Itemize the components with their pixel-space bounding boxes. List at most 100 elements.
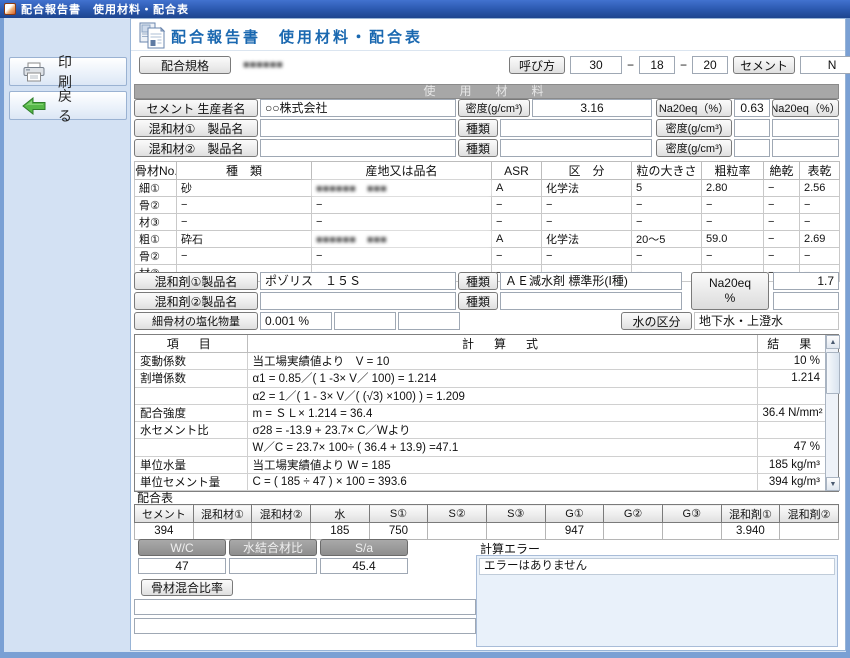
mineral-admixture2-type-field[interactable] xyxy=(500,139,652,157)
cement-type-field[interactable]: N xyxy=(800,56,850,74)
col-g2[interactable]: G② xyxy=(604,505,663,523)
calc-scrollbar[interactable]: ▲ ▼ xyxy=(825,335,838,491)
aggregate-blend-field-2[interactable] xyxy=(134,618,476,634)
admixture-na2oeq-field[interactable]: 1.7 xyxy=(773,272,839,290)
chloride-extra-field-2[interactable] xyxy=(398,312,460,330)
col-g1[interactable]: G① xyxy=(545,505,604,523)
chem-admixture2-type-button[interactable]: 種類 xyxy=(458,292,498,310)
mineral-admixture2-extra-field[interactable] xyxy=(772,139,839,157)
mix-value-cement[interactable]: 394 xyxy=(135,523,194,540)
aggregate-row-fine1[interactable]: 細① 砂 ■■■■■■ ■■■ A 化学法 5 2.80 − 2.56 xyxy=(135,180,840,197)
fine-aggregate-chloride-button[interactable]: 細骨材の塩化物量 xyxy=(134,312,258,330)
cement-density-button[interactable]: 密度(g/cm³) xyxy=(458,99,530,117)
scroll-up-icon[interactable]: ▲ xyxy=(826,335,840,349)
cement-density-field[interactable]: 3.16 xyxy=(532,99,652,117)
naming-separator-1: − xyxy=(627,56,634,74)
mix-value-mineral1[interactable] xyxy=(193,523,252,540)
mineral-admixture2-density-field[interactable] xyxy=(734,139,770,157)
mix-value-g3[interactable] xyxy=(662,523,721,540)
page-header: 配合報告書 使用材料・配合表 xyxy=(131,19,845,51)
cement-type-button[interactable]: セメント xyxy=(733,56,795,74)
wc-button[interactable]: W/C xyxy=(138,539,226,556)
calc-formula: m = ＳＬ× 1.214 = 36.4 xyxy=(247,404,757,421)
sa-value-field[interactable]: 45.4 xyxy=(320,558,408,574)
wc-value-field[interactable]: 47 xyxy=(138,558,226,574)
naming-size-field[interactable]: 20 xyxy=(692,56,728,74)
water-category-field[interactable]: 地下水・上澄水 xyxy=(694,312,839,330)
mineral-admixture1-type-button[interactable]: 種類 xyxy=(458,119,498,137)
admixture-na2oeq-field-2[interactable] xyxy=(773,292,839,310)
calc-row: 単位セメント量 C = ( 185 ÷ 47 ) × 100 = 393.6 3… xyxy=(135,473,825,490)
print-button[interactable]: 印 刷 xyxy=(9,57,127,86)
mix-value-mineral2[interactable] xyxy=(252,523,311,540)
col-g3[interactable]: G③ xyxy=(662,505,721,523)
mineral-admixture1-density-field[interactable] xyxy=(734,119,770,137)
mineral-admixture1-field[interactable] xyxy=(260,119,456,137)
aggregate-blend-ratio-button[interactable]: 骨材混合比率 xyxy=(141,579,233,596)
calc-formula: α1 = 0.85／( 1 -3× V／ 100) = 1.214 xyxy=(247,370,757,387)
naming-strength-field[interactable]: 30 xyxy=(570,56,622,74)
col-mineral2[interactable]: 混和材② xyxy=(252,505,311,523)
admixture-na2oeq-button[interactable]: Na20eq % xyxy=(691,272,769,310)
mix-value-chem2[interactable] xyxy=(780,523,839,540)
chloride-value-field[interactable]: 0.001 % xyxy=(260,312,332,330)
aggregate-row-coarse2[interactable]: 骨② − − − − − − − − xyxy=(135,248,840,265)
cement-na2oeq-field[interactable]: 0.63 xyxy=(734,99,770,117)
chloride-extra-field-1[interactable] xyxy=(334,312,396,330)
aggregate-row-fine3[interactable]: 材③ − − − − − − − − xyxy=(135,214,840,231)
chem-admixture2-field[interactable] xyxy=(260,292,456,310)
aggregate-row-coarse1[interactable]: 粗① 砕石 ■■■■■■ ■■■ A 化学法 20〜5 59.0 − 2.69 xyxy=(135,231,840,248)
aggregate-row-fine2[interactable]: 骨② − − − − − − − − xyxy=(135,197,840,214)
col-result: 結 果 xyxy=(757,335,825,353)
back-button[interactable]: 戻 る xyxy=(9,91,127,120)
mix-value-s2[interactable] xyxy=(428,523,487,540)
chem-admixture1-type-button[interactable]: 種類 xyxy=(458,272,498,290)
water-binder-ratio-button[interactable]: 水結合材比 xyxy=(229,539,317,556)
scroll-down-icon[interactable]: ▼ xyxy=(826,477,840,491)
aggregate-blend-field-1[interactable] xyxy=(134,599,476,615)
cement-producer-button[interactable]: セメント 生産者名 xyxy=(134,99,258,117)
naming-button[interactable]: 呼び方 xyxy=(509,56,565,74)
scrollbar-thumb[interactable] xyxy=(826,352,840,394)
chem-admixture1-field[interactable]: ポゾリス １５Ｓ xyxy=(260,272,456,290)
mineral-admixture1-density-button[interactable]: 密度(g/cm³) xyxy=(656,119,732,137)
water-binder-ratio-field[interactable] xyxy=(229,558,317,574)
mix-value-g2[interactable] xyxy=(604,523,663,540)
cement-producer-field[interactable]: ○○株式会社 xyxy=(260,99,456,117)
col-s1[interactable]: S① xyxy=(369,505,428,523)
chem-admixture2-button[interactable]: 混和剤②製品名 xyxy=(134,292,258,310)
calc-row: 水セメント比 σ28 = -13.9 + 23.7× C／Wより xyxy=(135,422,825,439)
mineral-admixture2-button[interactable]: 混和材② 製品名 xyxy=(134,139,258,157)
col-cement[interactable]: セメント xyxy=(135,505,194,523)
mineral-admixture1-button[interactable]: 混和材① 製品名 xyxy=(134,119,258,137)
cell: − xyxy=(177,214,312,231)
na2oeq-button-2[interactable]: Na20eq（%） xyxy=(772,99,839,117)
col-chem2[interactable]: 混和剤② xyxy=(780,505,839,523)
mix-value-s3[interactable] xyxy=(486,523,545,540)
mineral-admixture1-extra-field[interactable] xyxy=(772,119,839,137)
sa-button[interactable]: S/a xyxy=(320,539,408,556)
calc-result: 394 kg/m³ xyxy=(757,473,825,490)
mix-spec-button[interactable]: 配合規格 xyxy=(139,56,231,74)
col-mineral1[interactable]: 混和材① xyxy=(193,505,252,523)
chem-admixture1-button[interactable]: 混和剤①製品名 xyxy=(134,272,258,290)
mineral-admixture2-field[interactable] xyxy=(260,139,456,157)
cell: − xyxy=(632,248,702,265)
chem-admixture1-type-field[interactable]: ＡＥ減水剤 標準形(Ⅰ種) xyxy=(500,272,682,290)
mineral-admixture2-type-button[interactable]: 種類 xyxy=(458,139,498,157)
col-water[interactable]: 水 xyxy=(310,505,369,523)
mix-value-water[interactable]: 185 xyxy=(310,523,369,540)
mineral-admixture2-density-button[interactable]: 密度(g/cm³) xyxy=(656,139,732,157)
cell: − xyxy=(702,248,764,265)
col-s2[interactable]: S② xyxy=(428,505,487,523)
col-s3[interactable]: S③ xyxy=(486,505,545,523)
water-category-button[interactable]: 水の区分 xyxy=(621,312,692,330)
mix-value-s1[interactable]: 750 xyxy=(369,523,428,540)
naming-slump-field[interactable]: 18 xyxy=(639,56,675,74)
mix-value-chem1[interactable]: 3.940 xyxy=(721,523,780,540)
cement-na2oeq-button[interactable]: Na20eq（%） xyxy=(656,99,732,117)
mineral-admixture1-type-field[interactable] xyxy=(500,119,652,137)
chem-admixture2-type-field[interactable] xyxy=(500,292,682,310)
mix-value-g1[interactable]: 947 xyxy=(545,523,604,540)
col-chem1[interactable]: 混和剤① xyxy=(721,505,780,523)
